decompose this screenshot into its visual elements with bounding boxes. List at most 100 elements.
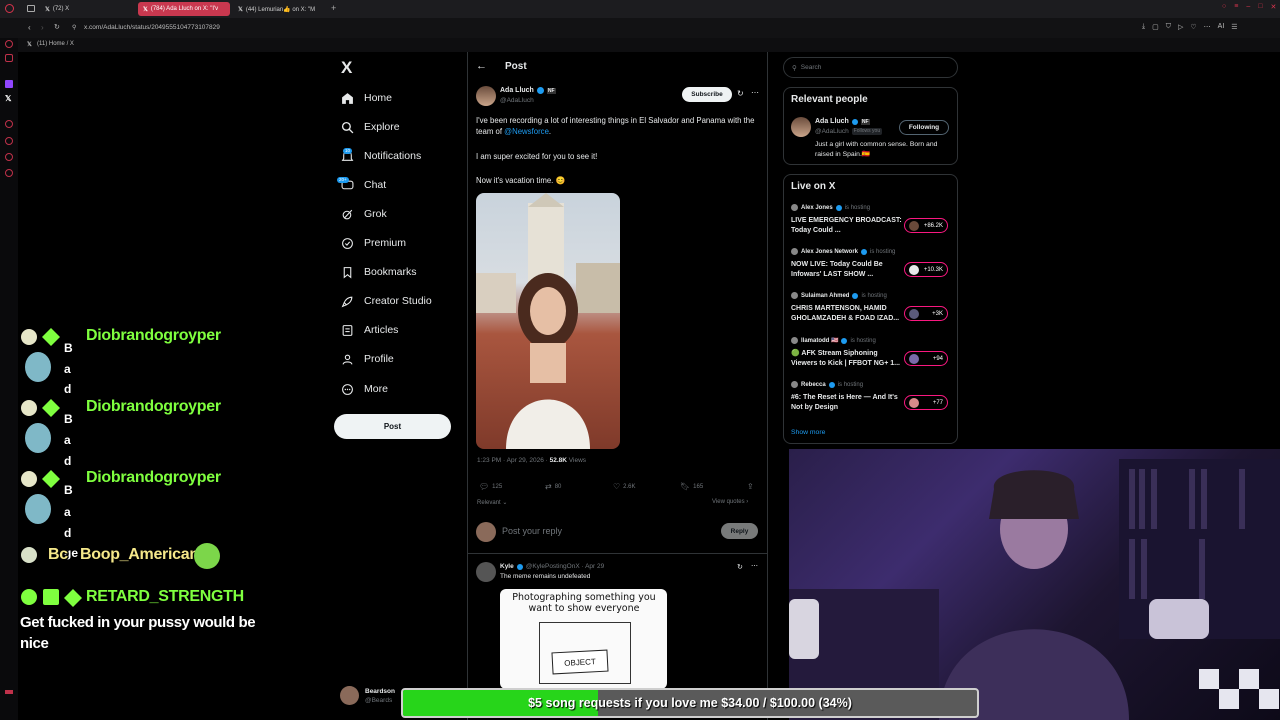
notes-icon[interactable] [5, 153, 13, 161]
url-field[interactable]: x.com/AdaLluch/status/204955510477310782… [84, 24, 220, 31]
downloads-icon[interactable] [5, 120, 13, 128]
post-image[interactable] [476, 193, 620, 449]
grok-icon [340, 207, 354, 221]
nav-notifications[interactable]: Notifications [340, 146, 421, 166]
post-button[interactable]: Post [334, 414, 451, 439]
following-button[interactable]: Following [899, 120, 949, 135]
live-listener-pill[interactable]: +10.3K [904, 262, 948, 277]
maximize-icon[interactable]: □ [1258, 3, 1262, 11]
settings-icon[interactable] [5, 169, 13, 177]
x-sidebar-icon[interactable]: 𝕏 [5, 94, 11, 103]
more-options-icon[interactable]: ⋯ [751, 88, 759, 97]
tab-ada-lluch[interactable]: 𝕏 (784) Ada Lluch on X: "I'v [138, 2, 230, 16]
toolbar-icons: ⤓ ▢ ⛉ ▷ ♡ ⋯ AI ☰ [1142, 23, 1238, 31]
reply-button[interactable]: Reply [721, 523, 758, 539]
workspace-icon[interactable] [27, 5, 35, 12]
reply-input[interactable]: Post your reply [502, 526, 562, 536]
bookmark-bar: 𝕏 (11) Home / X [0, 38, 1280, 52]
nav-profile[interactable]: Profile [340, 349, 394, 369]
post-text-3: Now it's vacation time. 😊 [476, 176, 566, 185]
mail-icon[interactable] [5, 54, 13, 62]
site-info-icon[interactable]: ⚲ [72, 24, 76, 31]
reload-icon[interactable]: ↻ [54, 23, 60, 31]
menu-icon[interactable]: ≡ [1234, 3, 1238, 11]
live-title[interactable]: CHRIS MARTENSON, HAMID GHOLAMZADEH & FOA… [791, 304, 903, 324]
new-tab-button[interactable]: + [331, 3, 336, 13]
meme-caption: Photographing something you want to show… [512, 592, 656, 614]
author-name[interactable]: Ada Lluch NF [500, 87, 556, 94]
listener-avatar-icon [909, 354, 919, 364]
snapshot-icon[interactable]: ▢ [1152, 23, 1159, 31]
live-listener-pill[interactable]: +3K [904, 306, 948, 321]
avatar[interactable] [791, 117, 811, 137]
back-icon[interactable]: ‹ [28, 23, 31, 32]
nav-bookmarks[interactable]: Bookmarks [340, 262, 417, 282]
browser-logo-icon[interactable] [5, 4, 14, 13]
live-host[interactable]: Alex Jones is hosting [791, 204, 870, 211]
like-action[interactable]: ♡ 2.6K [613, 482, 636, 491]
live-title[interactable]: 🟢 AFK Stream Siphoning Viewers to Kick |… [791, 349, 903, 369]
live-host[interactable]: Alex Jones Network is hosting [791, 248, 895, 255]
search-input[interactable]: ⚲ Search [783, 57, 958, 78]
live-host[interactable]: Sulaiman Ahmed is hosting [791, 292, 887, 299]
relevant-people-title: Relevant people [791, 94, 868, 105]
search-tabs-icon[interactable]: ○ [1222, 3, 1226, 11]
live-title[interactable]: #6: The Reset is Here — And It's Not by … [791, 393, 903, 413]
live-host[interactable]: Rebecca is hosting [791, 381, 863, 388]
close-icon[interactable]: ✕ [1270, 3, 1276, 11]
back-arrow-icon[interactable]: ← [476, 60, 487, 72]
show-more-link[interactable]: Show more [791, 429, 825, 436]
live-listener-pill[interactable]: +86.2K [904, 218, 948, 233]
live-host[interactable]: llamatodd 🇺🇸 is hosting [791, 337, 876, 344]
tab-lemurian[interactable]: 𝕏 (44) Lemurian👍 on X: "M [233, 2, 325, 16]
history-icon[interactable] [5, 137, 13, 145]
download-icon[interactable]: ⤓ [1142, 23, 1145, 31]
live-title[interactable]: NOW LIVE: Today Could Be Infowars' LAST … [791, 260, 903, 280]
ai-button[interactable]: AI [1218, 23, 1225, 31]
minimize-icon[interactable]: – [1246, 3, 1250, 11]
view-quotes-link[interactable]: View quotes › [712, 499, 748, 505]
meme-image[interactable]: Photographing something you want to show… [500, 589, 667, 689]
nav-home[interactable]: Home [340, 88, 392, 108]
person-name[interactable]: Ada Lluch NF [815, 118, 870, 125]
bookmark-action[interactable]: 🔖︎ 165 [680, 482, 703, 491]
repost-action[interactable]: ⇄ 80 [545, 482, 561, 491]
reply-author-avatar[interactable] [476, 562, 496, 582]
nav-creator-studio[interactable]: Creator Studio [340, 291, 432, 311]
live-listener-pill[interactable]: +77 [904, 395, 948, 410]
share-action[interactable]: ⇪ [747, 482, 754, 491]
nav-articles[interactable]: Articles [340, 320, 398, 340]
nav-explore[interactable]: Explore [340, 117, 400, 137]
rocket-icon [340, 294, 354, 308]
nav-more[interactable]: More [340, 379, 388, 399]
reply-author[interactable]: Kyle @KylePostingOnX · Apr 29 [500, 563, 604, 570]
x-logo[interactable]: X [341, 58, 352, 78]
more-icon [340, 382, 354, 396]
more-options-icon[interactable]: ⋯ [751, 562, 758, 570]
forward-icon[interactable]: › [41, 23, 44, 32]
extensions-icon[interactable]: ⋯ [1204, 23, 1211, 31]
bookmark-home-x[interactable]: (11) Home / X [37, 41, 74, 47]
author-avatar[interactable] [476, 86, 496, 106]
heart-icon[interactable]: ♡ [1190, 23, 1196, 31]
nav-premium[interactable]: Premium [340, 233, 406, 253]
live-listener-pill[interactable]: +94 [904, 351, 948, 366]
grok-explain-icon[interactable]: ↻ [737, 89, 744, 98]
sidebar-bottom-icon[interactable] [5, 690, 13, 694]
play-icon[interactable]: ▷ [1178, 23, 1183, 31]
shield-icon[interactable]: ⛉ [1166, 23, 1171, 31]
tab-x-home[interactable]: 𝕏 (72) X [40, 2, 135, 16]
live-title[interactable]: LIVE EMERGENCY BROADCAST: Today Could ..… [791, 216, 903, 236]
twitch-icon[interactable] [5, 80, 13, 88]
sort-dropdown[interactable]: Relevant ⌄ [477, 499, 507, 506]
grok-explain-icon[interactable]: ↻ [737, 563, 743, 571]
chat-badge: 20+ [337, 177, 349, 183]
settings-icon[interactable]: ☰ [1231, 23, 1237, 31]
vivaldi-icon[interactable] [5, 40, 13, 48]
account-switcher[interactable]: Beardson @Beards [340, 686, 395, 705]
badge-alt-letter: a [64, 433, 71, 447]
newsforce-link[interactable]: @Newsforce [504, 127, 549, 136]
subscribe-button[interactable]: Subscribe [682, 87, 732, 102]
reply-action[interactable]: 💬︎ 125 [479, 482, 502, 491]
nav-grok[interactable]: Grok [340, 204, 387, 224]
